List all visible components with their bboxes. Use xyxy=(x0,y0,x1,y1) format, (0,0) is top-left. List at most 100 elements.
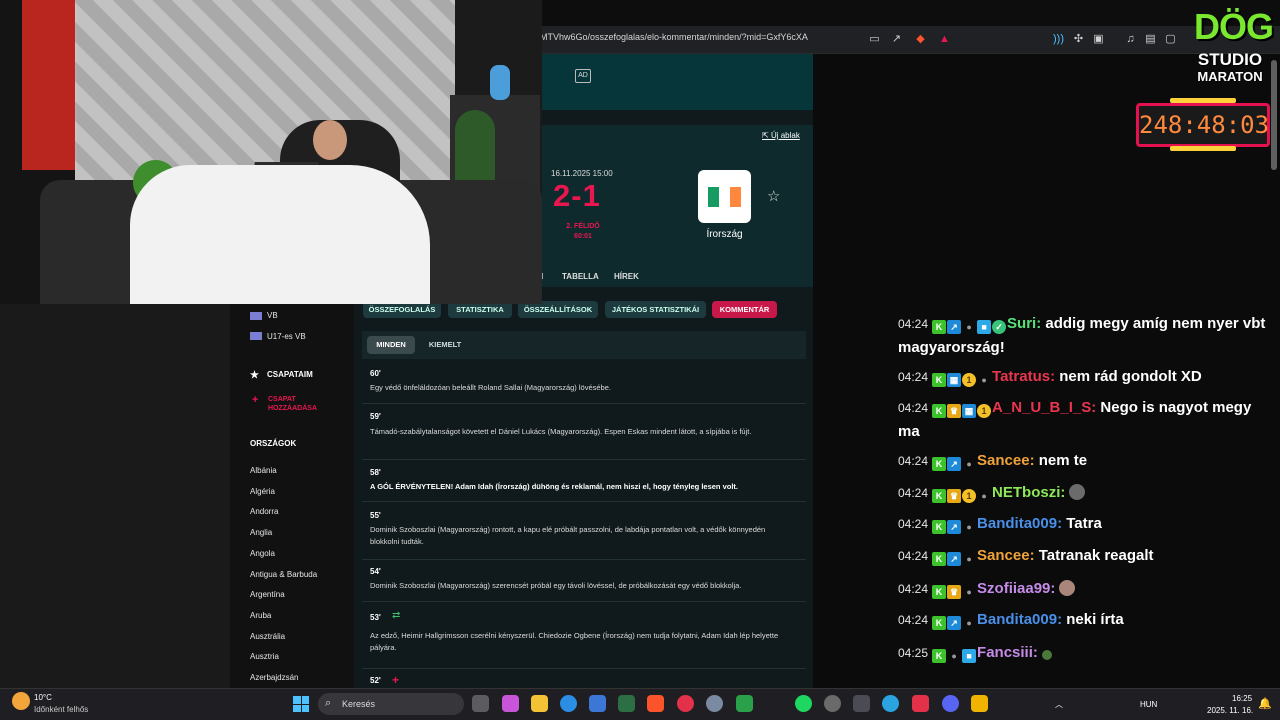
subtab-kiemelt[interactable]: KIEMELT xyxy=(422,336,468,354)
kick-badge-icon: K xyxy=(932,552,947,566)
telegram-icon[interactable] xyxy=(882,695,899,712)
subtab-minden[interactable]: MINDEN xyxy=(367,336,415,354)
country-item[interactable]: Anglia xyxy=(250,528,272,537)
match-score: 2-1 xyxy=(553,178,601,213)
commentary-event: 55' Dominik Szoboszlai (Magyarország) ro… xyxy=(362,505,806,560)
excel-like-icon[interactable] xyxy=(618,695,635,712)
input-language[interactable]: HUN xyxy=(1140,700,1157,709)
xbox-icon[interactable] xyxy=(736,695,753,712)
chat-time: 04:24 xyxy=(898,317,929,331)
country-item[interactable]: Andorra xyxy=(250,507,278,516)
country-item[interactable]: Ausztrália xyxy=(250,632,285,641)
brave-rewards-icon[interactable]: ▲ xyxy=(938,33,951,46)
user-icon: ● xyxy=(951,651,957,661)
event-text: Dominik Szoboszlai (Magyarország) szeren… xyxy=(370,581,742,590)
cast-icon[interactable]: ▭ xyxy=(868,33,881,46)
subscriber-badge-icon: ↗ xyxy=(947,552,962,566)
world-cup-icon xyxy=(250,312,262,320)
copilot-icon[interactable] xyxy=(502,695,519,712)
chat-username[interactable]: Sancee: xyxy=(977,452,1035,469)
country-item[interactable]: Ausztria xyxy=(250,652,279,661)
favorite-star-icon[interactable]: ☆ xyxy=(767,187,780,205)
share-icon[interactable]: ↗ xyxy=(890,33,903,46)
task-view-icon[interactable] xyxy=(472,695,489,712)
scrollbar[interactable] xyxy=(1271,60,1277,170)
tray-chevron-icon[interactable]: ︿ xyxy=(1055,699,1063,710)
stream-logo-maraton: MARATON xyxy=(1197,69,1263,84)
chat-username[interactable]: Bandita009: xyxy=(977,515,1062,532)
weather-icon[interactable] xyxy=(12,692,30,710)
medical-cross-icon: + xyxy=(392,673,400,687)
chat-message: 04:24 K ↗ ● Bandita009: neki írta xyxy=(898,608,1274,632)
chat-username[interactable]: Suri: xyxy=(1007,315,1041,332)
notification-bell-icon[interactable]: 🔔 xyxy=(1258,697,1272,710)
chat-text: Tatranak reagalt xyxy=(1038,547,1154,564)
tab-jatekos-statisztikai[interactable]: JÁTÉKOS STATISZTIKÁI xyxy=(605,301,706,318)
tab-kommentar[interactable]: KOMMENTÁR xyxy=(712,301,777,318)
extensions-icon[interactable]: ✣ xyxy=(1072,33,1085,46)
kick-badge-icon: K xyxy=(932,404,947,418)
chat-username[interactable]: Fancsiii: xyxy=(977,644,1038,661)
country-item[interactable]: Azerbajdzsán xyxy=(250,673,298,682)
settings-icon[interactable] xyxy=(706,695,723,712)
clock-date[interactable]: 2025. 11. 16. xyxy=(1207,706,1253,715)
match-period: 2. FÉLIDŐ 60:01 xyxy=(553,222,613,242)
edge-icon[interactable] xyxy=(560,695,577,712)
weather-temperature[interactable]: 10°C xyxy=(34,693,52,702)
cube-badge-icon: ■ xyxy=(977,320,992,334)
screenshot-icon[interactable]: ▣ xyxy=(1092,33,1105,46)
discord-icon[interactable] xyxy=(942,695,959,712)
brave-icon[interactable] xyxy=(647,695,664,712)
obs-icon[interactable] xyxy=(824,695,841,712)
audio-icon[interactable]: ))) xyxy=(1052,33,1065,46)
media-icon[interactable]: ♫ xyxy=(1124,33,1137,46)
away-team-name[interactable]: Írország xyxy=(690,229,759,240)
country-item[interactable]: Angola xyxy=(250,549,275,558)
spotify-icon[interactable] xyxy=(795,695,812,712)
clock-time[interactable]: 16:25 xyxy=(1232,694,1252,703)
country-item[interactable]: Aruba xyxy=(250,611,271,620)
calculator-icon[interactable] xyxy=(853,695,870,712)
gift-badge-icon: ▦ xyxy=(947,373,962,387)
nav-tab-tabella[interactable]: TABELLA xyxy=(562,272,599,281)
app-icon[interactable] xyxy=(912,695,929,712)
file-explorer-icon[interactable] xyxy=(531,695,548,712)
country-item[interactable]: Albánia xyxy=(250,466,277,475)
ireland-flag-icon[interactable] xyxy=(698,170,751,223)
substitution-icon: ⇄ xyxy=(392,610,401,621)
new-window-link[interactable]: ⇱ Új ablak xyxy=(762,131,800,140)
wallet-icon[interactable]: ▢ xyxy=(1164,33,1177,46)
store-icon[interactable] xyxy=(589,695,606,712)
match-date: 16.11.2025 15:00 xyxy=(551,169,613,178)
country-item[interactable]: Argentína xyxy=(250,590,285,599)
sidebar-icon[interactable]: ▤ xyxy=(1144,33,1157,46)
chat-username[interactable]: Bandita009: xyxy=(977,611,1062,628)
address-bar[interactable]: MTVhw6Go/osszefoglalas/elo-kommentar/min… xyxy=(540,32,808,42)
add-team-link[interactable]: CSAPAT HOZZÁADÁSA xyxy=(268,395,328,413)
country-item[interactable]: Algéria xyxy=(250,487,275,496)
chat-username[interactable]: Tatratus: xyxy=(992,368,1055,385)
weather-description[interactable]: Időnként felhős xyxy=(34,705,88,714)
plus-icon[interactable]: + xyxy=(252,395,258,406)
webcam-blanket xyxy=(130,165,430,304)
chat-message: 04:24 K ↗ ● Sancee: Tatranak reagalt xyxy=(898,544,1274,568)
rockstar-icon[interactable] xyxy=(971,695,988,712)
sidebar-item-u17-vb[interactable]: U17-es VB xyxy=(267,332,306,341)
event-text: Dominik Szoboszlai (Magyarország) rontot… xyxy=(370,525,766,546)
taskbar-search[interactable]: Keresés xyxy=(318,693,464,715)
commentary-event: 52' + xyxy=(362,671,806,688)
user-icon: ● xyxy=(981,375,987,385)
period-label: 2. FÉLIDŐ xyxy=(566,223,600,230)
windows-start-icon[interactable] xyxy=(293,696,309,712)
chat-username[interactable]: Sancee: xyxy=(977,547,1035,564)
kick-badge-icon: K xyxy=(932,616,947,630)
country-item[interactable]: Antigua & Barbuda xyxy=(250,570,317,579)
sidebar-item-vb[interactable]: VB xyxy=(267,311,278,320)
nav-tab-hirek[interactable]: HÍREK xyxy=(614,272,639,281)
opera-icon[interactable] xyxy=(677,695,694,712)
chat-username[interactable]: Szofiiaa99: xyxy=(977,580,1055,597)
verified-badge-icon: ✓ xyxy=(992,320,1007,334)
chat-username[interactable]: A_N_U_B_I_S: xyxy=(992,399,1096,416)
chat-username[interactable]: NETboszi: xyxy=(992,484,1065,501)
brave-shield-icon[interactable]: ◆ xyxy=(914,33,927,46)
